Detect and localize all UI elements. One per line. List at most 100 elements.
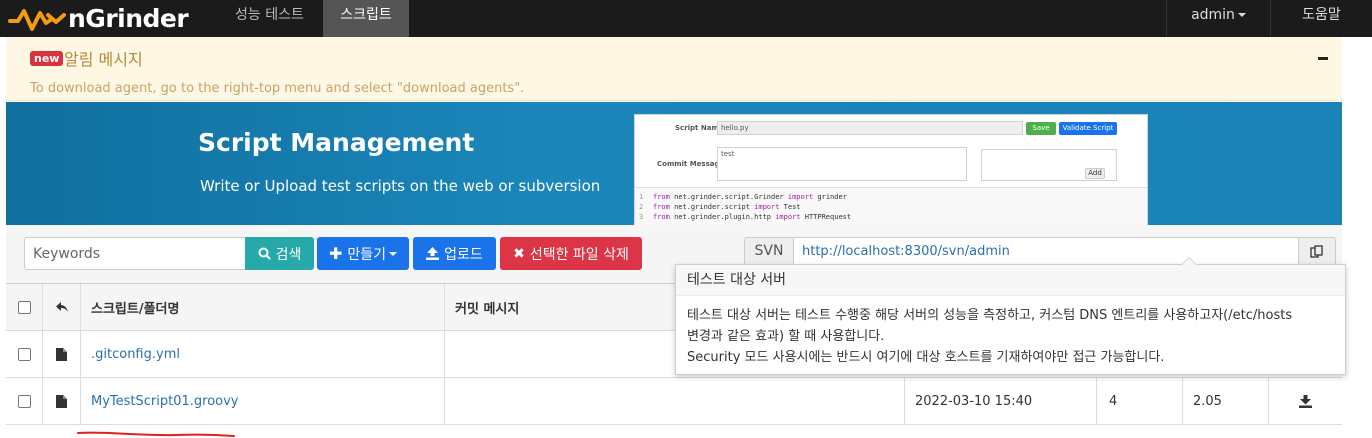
last-modified-cell: 2022-03-10 15:40 <box>904 378 1096 424</box>
row-checkbox[interactable] <box>17 394 31 408</box>
banner-subtitle: Write or Upload test scripts on the web … <box>200 177 601 195</box>
close-icon: ✖ <box>513 245 525 262</box>
popover-arrow-inner <box>1182 258 1196 265</box>
line-number: 3 <box>639 213 644 221</box>
copy-icon <box>1310 244 1323 258</box>
code-text: grinder <box>813 193 847 201</box>
ngrinder-wave-icon <box>8 8 66 31</box>
go-parent-cell <box>42 284 80 330</box>
brand-logo[interactable]: nGrinder <box>8 0 189 37</box>
svn-label: SVN <box>744 237 794 266</box>
create-dropdown-button[interactable]: ✚ 만들기 <box>317 237 409 270</box>
last-modified-value: 2022-03-10 15:40 <box>915 393 1033 409</box>
help-menu[interactable]: 도움말 <box>1270 0 1372 37</box>
code-text: net.grinder.script <box>669 203 755 211</box>
target-server-popover: 테스트 대상 서버 테스트 대상 서버는 테스트 수행중 해당 서버의 성능을 … <box>675 257 1346 375</box>
size-value: 2.05 <box>1193 393 1222 409</box>
code-line: 3 from net.grinder.plugin.http import HTT… <box>639 212 1147 222</box>
line-number: 1 <box>639 193 644 201</box>
file-link[interactable]: MyTestScript01.groovy <box>91 394 239 409</box>
popover-line: Security 모드 사용시에는 반드시 여기에 대상 호스트를 기재하여야만… <box>687 350 1165 365</box>
file-link[interactable]: .gitconfig.yml <box>91 347 180 362</box>
search-icon <box>258 247 271 260</box>
select-all-cell <box>6 284 42 330</box>
nav-tab-label: 성능 테스트 <box>235 7 304 23</box>
preview-script-name-field: hello.py <box>717 121 1023 135</box>
user-name: admin <box>1191 7 1235 23</box>
preview-validate-button: Validate Script <box>1059 122 1117 135</box>
popover-title: 테스트 대상 서버 <box>676 265 1345 296</box>
top-navbar: nGrinder 성능 테스트 스크립트 admin 도움말 <box>0 0 1372 37</box>
search-input[interactable] <box>24 237 246 270</box>
copy-url-button[interactable] <box>1298 237 1336 266</box>
code-line: 2 from net.grinder.script import Test <box>639 202 1147 212</box>
user-menu[interactable]: admin <box>1166 0 1270 37</box>
code-keyword: from <box>653 193 670 201</box>
create-label: 만들기 <box>347 246 387 263</box>
name-column-header[interactable]: 스크립트/폴더명 <box>80 284 444 330</box>
caret-down-icon <box>389 251 398 256</box>
file-type-cell <box>42 331 80 377</box>
plus-icon: ✚ <box>328 244 343 263</box>
brand-name: nGrinder <box>68 4 189 33</box>
preview-code: 1 from net.grinder.script.Grinder import … <box>635 187 1147 225</box>
download-cell <box>1268 378 1342 424</box>
svn-url-field[interactable]: http://localhost:8300/svn/admin <box>793 237 1299 266</box>
code-keyword: import <box>787 193 814 201</box>
name-header-label: 스크립트/폴더명 <box>91 301 180 317</box>
popover-line: 변경과 같은 효과) 할 때 사용합니다. <box>687 329 885 344</box>
code-text: Test <box>779 203 801 211</box>
delete-label: 선택한 파일 삭제 <box>529 246 629 263</box>
file-icon <box>56 394 67 408</box>
row-select-cell <box>6 378 42 424</box>
nav-tab-label: 스크립트 <box>340 7 392 23</box>
file-name-cell: .gitconfig.yml <box>80 331 444 377</box>
file-icon <box>56 347 67 361</box>
revision-cell: 4 <box>1096 378 1182 424</box>
script-management-banner: Script Management Write or Upload test s… <box>6 102 1342 225</box>
code-keyword: from <box>653 203 670 211</box>
delete-selected-button[interactable]: ✖ 선택한 파일 삭제 <box>500 237 642 270</box>
code-keyword: import <box>754 203 780 211</box>
file-type-cell <box>42 378 80 424</box>
row-select-cell <box>6 331 42 377</box>
code-text: net.grinder.plugin.http <box>669 213 776 221</box>
banner-title: Script Management <box>198 128 475 157</box>
notice-panel: new 알림 메시지 To download agent, go to the … <box>6 37 1342 101</box>
upload-button[interactable]: 업로드 <box>413 237 496 270</box>
file-name-cell: MyTestScript01.groovy <box>80 378 444 424</box>
new-badge: new <box>30 51 64 66</box>
code-line: 1 from net.grinder.script.Grinder import … <box>639 192 1147 202</box>
notice-title: 알림 메시지 <box>64 50 143 69</box>
search-button[interactable]: 검색 <box>245 237 314 270</box>
code-text: net.grinder.script.Grinder <box>669 193 788 201</box>
upload-icon <box>426 247 440 260</box>
commit-header-label: 커밋 메시지 <box>455 301 520 317</box>
preview-add-button: Add <box>1085 168 1105 179</box>
commit-message-cell <box>444 378 904 424</box>
popover-body: 테스트 대상 서버는 테스트 수행중 해당 서버의 성능을 측정하고, 커스텀 … <box>676 296 1345 368</box>
red-underline-annotation <box>77 431 235 437</box>
collapse-icon[interactable] <box>1318 57 1328 60</box>
caret-down-icon <box>1237 13 1246 17</box>
reply-icon[interactable] <box>55 301 68 313</box>
editor-preview-image: Script Name hello.py Save Validate Scrip… <box>634 114 1148 225</box>
code-keyword: from <box>653 213 670 221</box>
notice-message: To download agent, go to the right-top m… <box>30 81 525 96</box>
download-icon[interactable] <box>1299 394 1312 408</box>
upload-label: 업로드 <box>444 246 483 263</box>
select-all-checkbox[interactable] <box>17 300 31 314</box>
preview-save-button: Save <box>1026 122 1056 135</box>
search-label: 검색 <box>275 246 302 263</box>
nav-tab-script[interactable]: 스크립트 <box>323 0 409 37</box>
size-cell: 2.05 <box>1182 378 1268 424</box>
line-number: 2 <box>639 203 644 211</box>
preview-commit-label: Commit Message <box>657 160 725 168</box>
revision-value: 4 <box>1109 393 1118 409</box>
row-checkbox[interactable] <box>17 347 31 361</box>
code-keyword: import <box>775 213 801 221</box>
code-text: HTTPRequest <box>800 213 852 221</box>
help-label: 도움말 <box>1302 7 1341 23</box>
table-row: MyTestScript01.groovy 2022-03-10 15:40 4… <box>6 377 1342 425</box>
nav-tab-performance-test[interactable]: 성능 테스트 <box>220 0 319 37</box>
